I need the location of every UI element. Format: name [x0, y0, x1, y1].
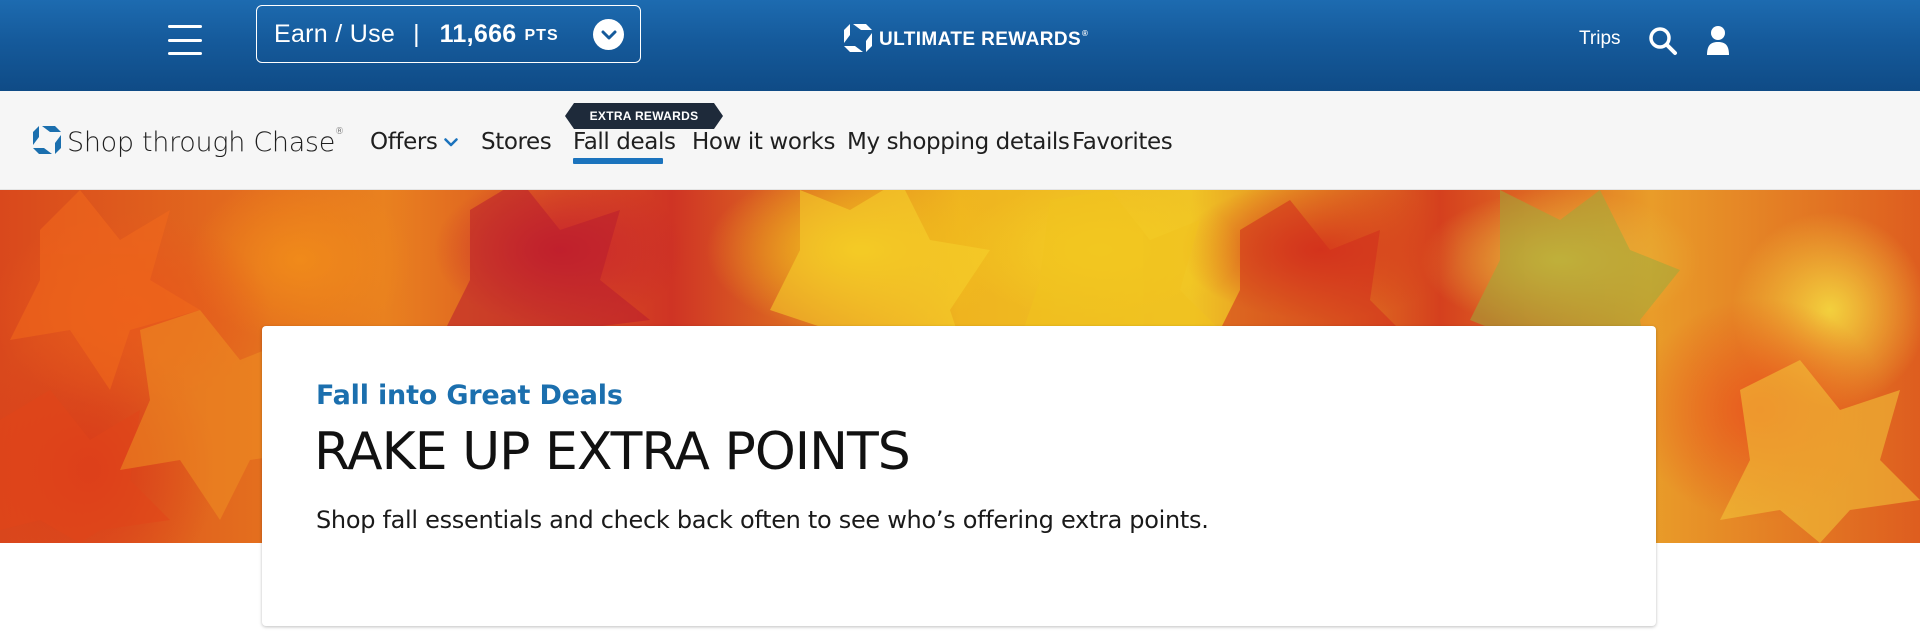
promo-description: Shop fall essentials and check back ofte… [316, 506, 1209, 534]
separator: | [413, 19, 420, 48]
nav-item-favorites[interactable]: Favorites [1072, 129, 1173, 155]
shop-through-chase-logo[interactable]: Shop through Chase® [32, 125, 344, 160]
chase-octagon-icon [32, 125, 62, 160]
promo-eyebrow: Fall into Great Deals [316, 380, 623, 411]
active-tab-indicator [573, 158, 663, 164]
chase-octagon-icon [843, 23, 873, 58]
promo-headline: RAKE UP EXTRA POINTS [314, 422, 911, 482]
shop-through-chase-nav: Shop through Chase® Offers Stores Fall d… [0, 91, 1920, 254]
nav-label: Offers [370, 129, 438, 155]
points-unit: PTS [524, 27, 559, 44]
brand-name: ULTIMATE REWARDS® [879, 29, 1089, 50]
points-balance: 11,666 [439, 19, 517, 48]
nav-item-stores[interactable]: Stores [481, 129, 552, 155]
chevron-down-icon [443, 137, 458, 147]
logo-text: Shop through Chase® [67, 127, 344, 158]
points-selector[interactable]: Earn / Use | 11,666 PTS [256, 5, 641, 63]
extra-rewards-badge: EXTRA REWARDS [565, 103, 723, 129]
search-icon[interactable] [1648, 26, 1678, 61]
hamburger-menu-icon[interactable] [168, 25, 202, 55]
ultimate-rewards-brand[interactable]: ULTIMATE REWARDS® [843, 23, 1089, 58]
nav-item-my-shopping-details[interactable]: My shopping details [847, 129, 1070, 155]
nav-item-offers[interactable]: Offers [370, 129, 458, 155]
user-icon[interactable] [1706, 25, 1730, 62]
promo-card: Fall into Great Deals RAKE UP EXTRA POIN… [262, 326, 1656, 626]
nav-item-fall-deals[interactable]: Fall deals [573, 129, 676, 155]
earn-use-label: Earn / Use [274, 19, 396, 48]
trips-link[interactable]: Trips [1579, 28, 1621, 50]
top-navigation-bar: Earn / Use | 11,666 PTS ULTIMATE REWARDS… [0, 0, 1920, 91]
chevron-down-icon[interactable] [593, 19, 624, 50]
nav-item-how-it-works[interactable]: How it works [692, 129, 835, 155]
